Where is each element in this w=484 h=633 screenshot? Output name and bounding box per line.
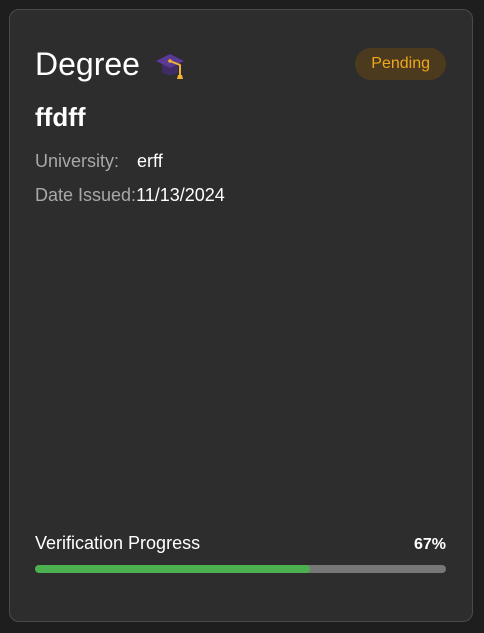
verification-progress-value: 67%: [413, 536, 446, 553]
university-row: University: erff: [35, 149, 163, 173]
university-label: University:: [35, 151, 120, 171]
verification-progress-fill: [35, 565, 311, 573]
date-issued-label: Date Issued:: [35, 185, 137, 205]
degree-card: Degree Pending ffdff University: erff Da…: [9, 9, 473, 622]
date-issued-row: Date Issued: 11/13/2024: [35, 183, 225, 207]
university-value: erff: [137, 151, 163, 171]
card-header: Degree Pending: [35, 44, 446, 84]
graduation-cap-icon: [152, 46, 188, 82]
card-title-group: Degree: [35, 46, 188, 82]
verification-progress-section: Verification Progress 67%: [35, 532, 446, 578]
verification-progress-label: Verification Progress: [35, 533, 201, 553]
card-type-title: Degree: [35, 46, 140, 82]
status-badge: Pending: [355, 48, 446, 80]
date-issued-value: 11/13/2024: [136, 185, 225, 205]
verification-progress-track: [35, 565, 446, 573]
degree-name: ffdff: [35, 102, 86, 132]
